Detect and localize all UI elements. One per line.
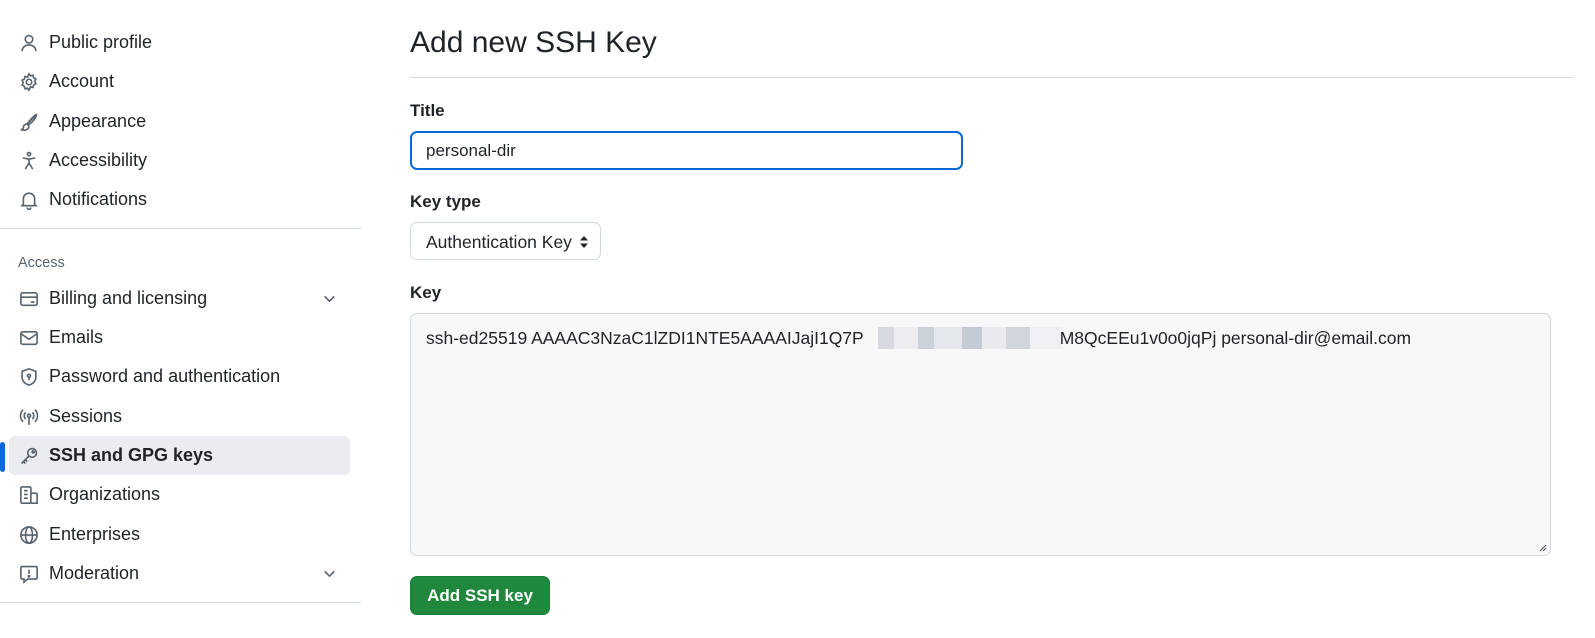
paintbrush-icon — [18, 111, 39, 132]
page-title: Add new SSH Key — [410, 26, 657, 59]
title-field-label: Title — [410, 101, 445, 120]
sidebar-item-accessibility[interactable]: Accessibility — [9, 141, 350, 180]
sidebar-item-label: Appearance — [49, 111, 147, 131]
key-textarea-content: ssh-ed25519 AAAAC3NzaC1lZDI1NTE5AAAAIJaj… — [426, 327, 1411, 349]
sidebar-item-label: Accessibility — [49, 150, 148, 170]
accessibility-icon — [18, 150, 39, 171]
globe-icon — [18, 524, 39, 545]
shield-icon — [18, 366, 39, 387]
sidebar-item-emails[interactable]: Emails — [9, 318, 350, 357]
key-textarea[interactable]: ssh-ed25519 AAAAC3NzaC1lZDI1NTE5AAAAIJaj… — [410, 313, 1551, 556]
sidebar-item-label: Notifications — [49, 189, 148, 209]
settings-page: Public profile Account Appearance Access… — [0, 0, 1595, 638]
sidebar-item-password[interactable]: Password and authentication — [9, 357, 350, 396]
sidebar-item-label: Public profile — [49, 32, 153, 52]
broadcast-icon — [18, 406, 39, 427]
credit-card-icon — [18, 288, 39, 309]
sidebar-section-heading: Access — [18, 255, 65, 271]
sidebar-item-label: Emails — [49, 327, 104, 347]
settings-sidebar: Public profile Account Appearance Access… — [0, 0, 361, 638]
sidebar-item-label: Organizations — [49, 484, 161, 504]
active-indicator — [0, 442, 5, 472]
sidebar-item-account[interactable]: Account — [9, 62, 350, 101]
key-type-select[interactable]: Authentication Key — [410, 222, 601, 260]
key-type-selected-value: Authentication Key — [426, 232, 572, 252]
sidebar-item-label: Account — [49, 71, 115, 91]
sidebar-item-ssh-gpg-keys[interactable]: SSH and GPG keys — [9, 436, 350, 475]
select-arrows-icon — [580, 236, 588, 248]
sidebar-item-notifications[interactable]: Notifications — [9, 180, 350, 219]
sidebar-item-label: SSH and GPG keys — [49, 445, 214, 465]
sidebar-item-appearance[interactable]: Appearance — [9, 102, 350, 141]
title-input[interactable] — [410, 131, 963, 170]
key-icon — [18, 445, 39, 466]
key-type-label: Key type — [410, 192, 481, 211]
bell-icon — [18, 189, 39, 210]
sidebar-item-label: Sessions — [49, 406, 123, 426]
key-field-label: Key — [410, 283, 442, 302]
sidebar-item-moderation[interactable]: Moderation — [9, 554, 350, 593]
sidebar-item-enterprises[interactable]: Enterprises — [9, 515, 350, 554]
organization-icon — [18, 484, 39, 505]
sidebar-item-sessions[interactable]: Sessions — [9, 397, 350, 436]
sidebar-item-label: Enterprises — [49, 524, 141, 544]
gear-icon — [18, 71, 39, 92]
chevron-down-icon[interactable] — [321, 565, 338, 582]
key-value-start: ssh-ed25519 AAAAC3NzaC1lZDI1NTE5AAAAIJaj… — [426, 328, 864, 348]
sidebar-item-organizations[interactable]: Organizations — [9, 475, 350, 514]
mail-icon — [18, 327, 39, 348]
key-value-end: M8QcEEu1v0o0jqPj personal-dir@email.com — [1059, 328, 1412, 348]
chevron-down-icon[interactable] — [321, 290, 338, 307]
sidebar-item-billing[interactable]: Billing and licensing — [9, 279, 350, 318]
resize-handle-icon[interactable] — [1538, 543, 1547, 552]
sidebar-divider — [0, 602, 361, 603]
sidebar-item-label: Password and authentication — [49, 366, 281, 386]
sidebar-item-public-profile[interactable]: Public profile — [9, 23, 350, 62]
redacted-key-segment — [861, 327, 1062, 349]
report-icon — [18, 563, 39, 584]
person-icon — [18, 32, 39, 53]
sidebar-item-label: Moderation — [49, 563, 140, 583]
title-divider — [410, 77, 1573, 78]
add-ssh-key-button[interactable]: Add SSH key — [410, 576, 550, 615]
sidebar-item-label: Billing and licensing — [49, 288, 208, 308]
sidebar-divider — [0, 228, 361, 229]
